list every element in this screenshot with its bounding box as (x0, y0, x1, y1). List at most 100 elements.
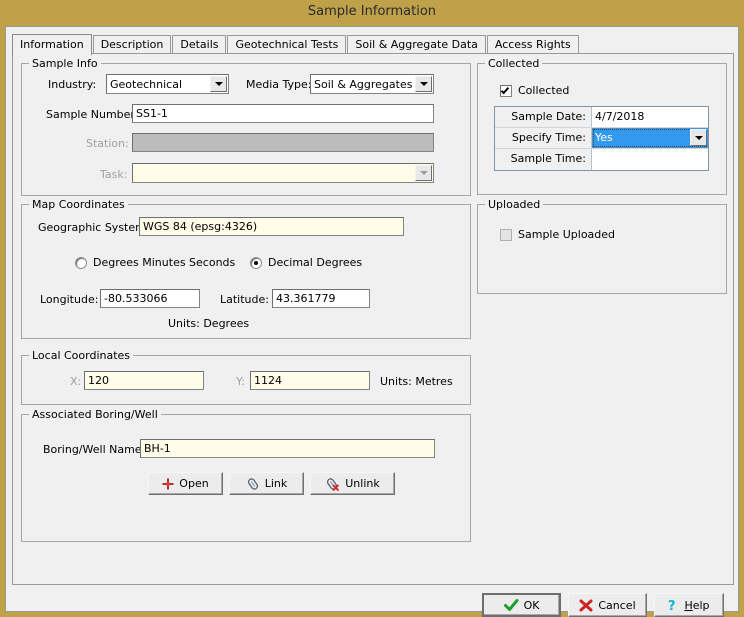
cancel-button-label: Cancel (598, 599, 635, 612)
radio-degrees-minutes-seconds[interactable]: Degrees Minutes Seconds (75, 256, 235, 269)
media-type-combobox[interactable]: Soil & Aggregates (310, 74, 434, 94)
group-associated-boring-well: Associated Boring/Well Boring/Well Name:… (21, 414, 471, 542)
collected-checkbox-label: Collected (518, 84, 569, 97)
tab-panel-information: Sample Info Industry: Geotechnical Media… (12, 53, 734, 585)
group-uploaded: Uploaded Sample Uploaded (477, 204, 727, 294)
radio-label: Degrees Minutes Seconds (93, 256, 235, 269)
tab-label: Geotechnical Tests (235, 38, 338, 51)
help-rest: elp (693, 599, 710, 612)
open-button-label: Open (179, 477, 208, 490)
media-type-value: Soil & Aggregates (311, 75, 415, 93)
tab-label: Information (20, 38, 84, 51)
specify-time-dropdown-button[interactable] (690, 129, 707, 146)
chevron-down-icon (215, 82, 223, 86)
tab-information[interactable]: Information (12, 34, 92, 55)
y-input: 1124 (250, 371, 370, 390)
close-icon (579, 599, 593, 612)
checkbox-icon (500, 229, 512, 241)
dialog-client-area: Information Description Details Geotechn… (5, 26, 739, 612)
collected-property-grid: Sample Date: 4/7/2018 Specify Time: Yes … (494, 106, 709, 171)
dialog-window: Sample Information Information Descripti… (0, 0, 744, 617)
table-row[interactable]: Specify Time: Yes (495, 128, 708, 149)
boring-well-name-label: Boring/Well Name: (43, 443, 145, 456)
latitude-input[interactable]: 43.361779 (272, 289, 370, 308)
group-map-coordinates: Map Coordinates Geographic System: WGS 8… (21, 204, 471, 339)
tab-description[interactable]: Description (93, 35, 172, 54)
tab-access-rights[interactable]: Access Rights (487, 35, 579, 54)
sample-date-value[interactable]: 4/7/2018 (592, 107, 708, 127)
station-input (132, 133, 434, 152)
specify-time-text: Yes (595, 131, 613, 144)
radio-circle-icon (250, 257, 262, 269)
sample-time-value[interactable] (592, 149, 708, 170)
radio-decimal-degrees[interactable]: Decimal Degrees (250, 256, 362, 269)
longitude-label: Longitude: (40, 293, 98, 306)
chevron-down-icon (420, 82, 428, 86)
industry-combobox[interactable]: Geotechnical (106, 74, 229, 94)
svg-text:?: ? (668, 599, 676, 612)
tab-label: Access Rights (495, 38, 571, 51)
help-button[interactable]: ? Help (654, 593, 724, 617)
cancel-button[interactable]: Cancel (568, 593, 647, 617)
chevron-down-icon (420, 171, 428, 175)
group-local-coordinates: Local Coordinates X: 120 Y: 1124 Units: … (21, 355, 471, 405)
group-sample-info: Sample Info Industry: Geotechnical Media… (21, 63, 471, 196)
tab-strip: Information Description Details Geotechn… (12, 33, 580, 54)
checkbox-icon (500, 85, 512, 97)
geographic-system-label: Geographic System: (38, 221, 150, 234)
ok-button-label: OK (524, 599, 540, 612)
boring-well-name-input[interactable]: BH-1 (140, 439, 435, 458)
chevron-down-icon (695, 136, 703, 140)
collected-checkbox[interactable]: Collected (500, 84, 569, 97)
sample-uploaded-label: Sample Uploaded (518, 228, 615, 241)
question-mark-icon: ? (668, 598, 679, 612)
link-button[interactable]: Link (229, 472, 304, 495)
tab-soil-aggregate-data[interactable]: Soil & Aggregate Data (347, 35, 486, 54)
task-dropdown-button (415, 165, 432, 181)
tab-label: Details (180, 38, 218, 51)
longitude-input[interactable]: -80.533066 (100, 289, 200, 308)
sample-time-label: Sample Time: (495, 149, 592, 170)
group-title-local-coordinates: Local Coordinates (29, 349, 133, 362)
group-title-map-coordinates: Map Coordinates (29, 198, 128, 211)
industry-dropdown-button[interactable] (210, 76, 227, 92)
task-value (133, 164, 415, 182)
title-bar: Sample Information (0, 0, 744, 23)
specify-time-label: Specify Time: (495, 128, 592, 148)
group-title-collected: Collected (485, 57, 542, 70)
x-label: X: (70, 375, 81, 388)
task-label: Task: (100, 168, 127, 181)
media-type-label: Media Type: (246, 78, 312, 91)
industry-label: Industry: (48, 78, 96, 91)
unlink-button[interactable]: Unlink (310, 472, 395, 495)
open-button[interactable]: Open (148, 472, 223, 495)
window-title: Sample Information (308, 4, 436, 19)
map-units-label: Units: Degrees (168, 317, 249, 330)
link-button-label: Link (265, 477, 288, 490)
radio-selected-dot (254, 261, 258, 265)
geographic-system-input[interactable]: WGS 84 (epsg:4326) (139, 217, 404, 236)
paperclip-icon (246, 477, 260, 491)
media-type-dropdown-button[interactable] (415, 76, 432, 92)
tab-label: Soil & Aggregate Data (355, 38, 478, 51)
crosshair-icon (162, 478, 174, 490)
tab-geotechnical-tests[interactable]: Geotechnical Tests (227, 35, 346, 54)
group-collected: Collected Collected Sample Date: 4/7/201… (477, 63, 727, 195)
task-combobox (132, 163, 434, 183)
industry-value: Geotechnical (107, 75, 210, 93)
radio-label: Decimal Degrees (268, 256, 362, 269)
help-button-label: Help (684, 599, 709, 612)
latitude-label: Latitude: (220, 293, 269, 306)
group-title-uploaded: Uploaded (485, 198, 543, 211)
ok-button[interactable]: OK (482, 593, 561, 617)
check-icon (504, 599, 519, 612)
radio-circle-icon (75, 257, 87, 269)
sample-date-label: Sample Date: (495, 107, 592, 127)
table-row[interactable]: Sample Date: 4/7/2018 (495, 107, 708, 128)
table-row[interactable]: Sample Time: (495, 149, 708, 170)
sample-number-input[interactable]: SS1-1 (132, 104, 434, 123)
x-input: 120 (84, 371, 204, 390)
specify-time-value[interactable]: Yes (592, 128, 708, 148)
tab-details[interactable]: Details (172, 35, 226, 54)
station-label: Station: (86, 137, 129, 150)
